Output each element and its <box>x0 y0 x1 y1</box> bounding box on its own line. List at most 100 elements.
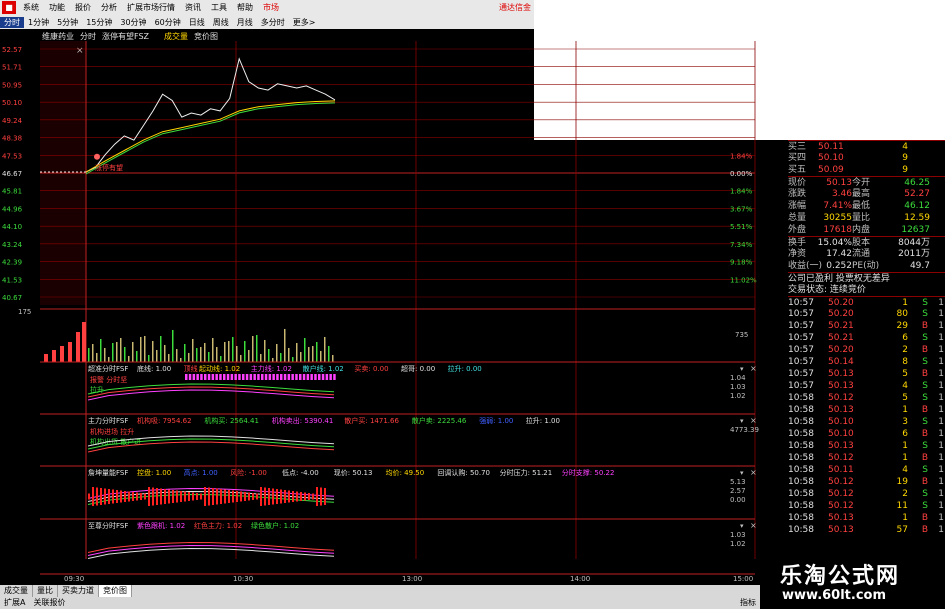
menu-item-market[interactable]: 市场 <box>258 2 284 13</box>
period-tab-3[interactable]: 15分钟 <box>82 17 116 28</box>
status-item-1[interactable]: 关联报价 <box>29 597 69 609</box>
tick-volume: 1 <box>902 513 908 523</box>
period-tab-5[interactable]: 60分钟 <box>151 17 185 28</box>
period-tab-8[interactable]: 月线 <box>233 17 257 28</box>
indicator-value: 散户卖: 2225.46 <box>412 416 467 425</box>
menu-item-quote[interactable]: 报价 <box>70 2 96 13</box>
tick-time: 10:58 <box>788 465 814 475</box>
pane-tick-right: 4773.39 <box>730 426 759 434</box>
bottom-tab-2[interactable]: 买卖力道 <box>58 585 99 597</box>
tick-side: B <box>921 345 928 355</box>
chart-area[interactable]: 维康药业 分时 涨停有望FSZ 成交量 竞价图 × 52.57 51.71 50.95 50.10… <box>0 29 760 585</box>
tick-row: 10:57 50.21 29 B 1 <box>788 320 945 332</box>
pane-tick-right: 1.03 <box>730 383 746 391</box>
indicator-line <box>87 548 335 559</box>
tick-side: S <box>922 393 928 403</box>
app-logo-icon[interactable]: ■ <box>2 1 16 14</box>
stat-row: 涨幅 7.41% 最低 46.12 <box>788 200 945 212</box>
period-tab-7[interactable]: 周线 <box>209 17 233 28</box>
volume-bar <box>160 336 162 362</box>
status-right[interactable]: 指标 <box>736 597 760 609</box>
pane-close-icon[interactable]: × <box>750 416 757 425</box>
tick-row: 10:58 50.13 1 B 1 <box>788 404 945 416</box>
tick-price: 50.13 <box>828 441 854 451</box>
bottom-tab-1[interactable]: 量比 <box>33 585 58 597</box>
indicator-bar <box>292 491 294 502</box>
y-tick-right: 1.84% <box>730 188 753 196</box>
volume-bar <box>100 339 102 362</box>
pane-dropdown-icon[interactable]: ▾ <box>740 469 744 477</box>
menu-item-analysis[interactable]: 分析 <box>96 2 122 13</box>
tick-count: 1 <box>938 441 944 451</box>
stat-cell: 量比 <box>852 213 871 223</box>
stat-cell: 2011万 <box>898 249 930 259</box>
tick-side: S <box>922 357 928 367</box>
bid-price: 50.09 <box>818 165 844 175</box>
volume-bar <box>260 354 262 362</box>
stat-cell: 30255 <box>823 213 852 223</box>
bottom-tab-0[interactable]: 成交量 <box>0 585 33 597</box>
indicator-value: 高点: 1.00 <box>184 468 218 477</box>
menu-item-extended-market[interactable]: 扩展市场行情 <box>122 2 180 13</box>
volume-bar <box>320 351 322 362</box>
indicator-bar <box>325 374 329 380</box>
indicator-bar <box>234 374 237 380</box>
indicator-bar <box>230 374 234 380</box>
volume-bar <box>216 347 218 362</box>
volume-bar <box>180 358 182 362</box>
watermark: 乐淘公式网 www.60lt.com <box>760 555 945 609</box>
menu-item-system[interactable]: 系统 <box>18 2 44 13</box>
bid-row: 买四 50.10 9 <box>788 152 945 164</box>
tick-count: 1 <box>938 477 944 487</box>
close-icon[interactable]: × <box>76 46 84 56</box>
tick-time: 10:58 <box>788 489 814 499</box>
period-tab-2[interactable]: 5分钟 <box>53 17 82 28</box>
volume-bar <box>316 342 318 362</box>
tick-time: 10:57 <box>788 333 814 343</box>
stat-row: 净资 17.42 流通 2011万 <box>788 248 945 260</box>
pane-dropdown-icon[interactable]: ▾ <box>740 522 744 530</box>
period-tab-4[interactable]: 30分钟 <box>116 17 150 28</box>
tick-count: 1 <box>938 357 944 367</box>
tick-count: 1 <box>938 405 944 415</box>
tick-row: 10:58 50.10 6 B 1 <box>788 428 945 440</box>
period-tab-10[interactable]: 更多> <box>289 17 320 28</box>
stat-cell: 50.13 <box>826 178 852 188</box>
pane-dropdown-icon[interactable]: ▾ <box>740 365 744 373</box>
menu-item-tools[interactable]: 工具 <box>206 2 232 13</box>
period-tab-6[interactable]: 日线 <box>185 17 209 28</box>
period-tab-1[interactable]: 1分钟 <box>24 17 53 28</box>
menu-item-help[interactable]: 帮助 <box>232 2 258 13</box>
pane-close-icon[interactable]: × <box>750 468 757 477</box>
indicator-value: 分时支撑: 50.22 <box>562 468 615 477</box>
indicator-bar <box>321 374 325 380</box>
volume-bar <box>256 335 258 362</box>
tick-volume: 3 <box>902 417 908 427</box>
volume-bar <box>224 342 226 362</box>
indicator-bar <box>180 491 182 502</box>
indicator-pane-0[interactable]: 超准分时FSF 底线: 1.00 顶线 起动线: 1.02 主力线: 1.02 散户线: … <box>87 364 757 401</box>
pane-close-icon[interactable]: × <box>750 521 757 530</box>
pane-close-icon[interactable]: × <box>750 364 757 373</box>
period-tab-0[interactable]: 分时 <box>0 16 24 28</box>
indicator-value: 分时压力: 51.21 <box>500 468 553 477</box>
y-tick-right: 0.00% <box>730 170 753 178</box>
indicator-value: 红色主力: 1.02 <box>194 521 242 530</box>
menu-item-function[interactable]: 功能 <box>44 2 70 13</box>
indicator-pane-1[interactable]: 主力分时FSF 机构吸: 7954.62 机构买: 2564.41 机构卖出: 539… <box>87 416 759 453</box>
indicator-pane-3[interactable]: 至尊分时FSF 紫色跟机: 1.02 红色主力: 1.02 绿色散户: 1.02 ▾ × 1… <box>87 521 757 559</box>
period-tab-9[interactable]: 多分时 <box>257 17 289 28</box>
status-item-0[interactable]: 扩展A <box>0 597 29 609</box>
menu-item-news[interactable]: 资讯 <box>180 2 206 13</box>
tick-side: S <box>922 417 928 427</box>
y-tick-left: 51.71 <box>2 64 22 72</box>
pane-dropdown-icon[interactable]: ▾ <box>740 417 744 425</box>
indicator-bar <box>276 374 279 380</box>
volume-bar <box>200 347 202 362</box>
tick-row: 10:58 50.13 1 B 1 <box>788 512 945 524</box>
indicator-name: 主力分时FSF <box>88 416 128 425</box>
tick-price: 50.20 <box>828 309 854 319</box>
indicator-bar <box>310 374 313 380</box>
bottom-tab-3[interactable]: 竞价图 <box>99 585 132 597</box>
indicator-pane-2[interactable]: 詹坤量能FSF 控盘: 1.00 高点: 1.00 风险: -1.00 低点: -4.0… <box>87 468 757 506</box>
